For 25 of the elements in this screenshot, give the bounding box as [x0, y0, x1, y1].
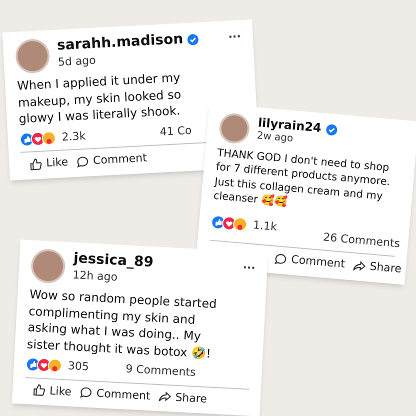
reaction-count: 305: [67, 358, 90, 376]
comment-count[interactable]: 9 Comments: [125, 361, 196, 382]
reaction-count: 1.1k: [252, 217, 278, 236]
thumbs-up-icon: [28, 158, 43, 172]
post-time: 2w ago: [256, 130, 294, 147]
share-arrow-icon: [352, 259, 366, 274]
reaction-count: 2.3k: [61, 128, 86, 146]
post-text: THANK GOD I don't need to shop for 7 different products anymore. Just this collagen cream and my cleanser 🥰🥰: [212, 146, 392, 211]
like-button[interactable]: Like: [28, 154, 69, 173]
more-options[interactable]: ...: [228, 28, 241, 40]
speech-bubble-icon: [76, 155, 90, 169]
comment-button[interactable]: Comment: [76, 150, 148, 170]
comment-count[interactable]: 26 Comments: [322, 229, 401, 252]
comment-button[interactable]: Comment: [274, 250, 346, 274]
thumbs-up-icon: [32, 384, 46, 398]
share-arrow-icon: [158, 390, 172, 404]
post-text: Wow so random people started complimenting my skin and asking what I was doing.. My sister thought it was botox 🤣!: [26, 286, 218, 361]
speech-bubble-icon: [79, 386, 93, 400]
post-time: 12h ago: [72, 268, 118, 286]
share-button[interactable]: Share: [352, 258, 402, 278]
more-options[interactable]: ...: [242, 259, 256, 271]
like-button[interactable]: Like: [32, 382, 72, 400]
comment-button[interactable]: Comment: [79, 384, 151, 405]
share-button[interactable]: Share: [158, 388, 208, 408]
speech-bubble-icon: [274, 252, 288, 266]
